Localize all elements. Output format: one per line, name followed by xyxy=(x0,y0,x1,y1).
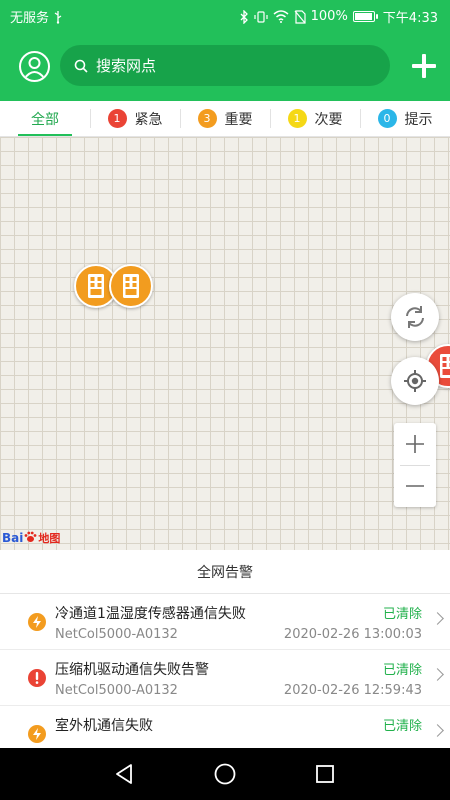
tab-important[interactable]: 3 重要 xyxy=(180,101,270,136)
locate-button[interactable] xyxy=(391,357,439,405)
back-button[interactable] xyxy=(112,762,136,786)
vibrate-icon xyxy=(254,9,268,25)
tab-hint[interactable]: 0 提示 xyxy=(360,101,450,136)
exclamation-icon xyxy=(28,669,46,687)
alarm-row[interactable]: 室外机通信失败 已清除 xyxy=(0,706,450,748)
zoom-in-icon xyxy=(406,435,424,453)
tab-urgent[interactable]: 1 紧急 xyxy=(90,101,180,136)
tab-label: 重要 xyxy=(224,111,253,128)
lightning-icon xyxy=(28,613,46,631)
paw-icon xyxy=(24,531,37,546)
alarm-row[interactable]: 冷通道1温湿度传感器通信失败 NetCol5000-A0132 已清除 2020… xyxy=(0,594,450,650)
search-placeholder: 搜索网点 xyxy=(96,57,157,75)
cabinet-icon xyxy=(440,354,450,378)
home-icon xyxy=(214,763,236,785)
tab-label: 次要 xyxy=(314,111,343,128)
usb-icon xyxy=(53,9,63,25)
zoom-in-button[interactable] xyxy=(394,423,436,465)
alarm-time: 2020-02-26 12:59:43 xyxy=(283,683,422,698)
cabinet-icon xyxy=(88,274,104,298)
search-icon xyxy=(74,59,88,73)
search-input[interactable]: 搜索网点 xyxy=(60,45,390,86)
alarm-panel-title: 全网告警 xyxy=(0,550,450,594)
alarm-title: 冷通道1温湿度传感器通信失败 xyxy=(55,606,246,622)
battery-icon xyxy=(352,11,378,22)
tab-label: 全部 xyxy=(31,111,59,128)
back-icon xyxy=(116,764,132,784)
alarm-title: 压缩机驱动通信失败告警 xyxy=(55,662,209,678)
alarm-status: 已清除 xyxy=(382,607,422,622)
alarm-device: NetCol5000-A0132 xyxy=(55,627,178,642)
recents-button[interactable] xyxy=(313,762,337,786)
cabinet-icon xyxy=(123,274,139,298)
count-badge: 1 xyxy=(107,109,127,128)
alarm-row[interactable]: 压缩机驱动通信失败告警 NetCol5000-A0132 已清除 2020-02… xyxy=(0,650,450,706)
chevron-right-icon xyxy=(431,668,444,681)
app-header: 无服务 100% 下午4:33 搜索网点 xyxy=(0,0,450,101)
chevron-right-icon xyxy=(431,724,444,737)
alarm-title: 室外机通信失败 xyxy=(55,718,153,734)
severity-tabs: 全部 1 紧急 3 重要 1 次要 0 提示 xyxy=(0,101,450,137)
zoom-control xyxy=(394,423,436,507)
tab-label: 提示 xyxy=(404,111,433,128)
status-bar: 无服务 100% 下午4:33 xyxy=(0,0,450,32)
zoom-out-icon xyxy=(406,485,424,487)
no-sim-icon xyxy=(294,9,306,25)
refresh-icon xyxy=(406,306,424,328)
recents-icon xyxy=(316,765,334,783)
alarm-list[interactable]: 冷通道1温湿度传感器通信失败 NetCol5000-A0132 已清除 2020… xyxy=(0,594,450,748)
bluetooth-icon xyxy=(239,9,249,25)
chevron-right-icon xyxy=(431,612,444,625)
wifi-icon xyxy=(273,9,289,25)
site-marker[interactable] xyxy=(109,264,153,308)
map-view[interactable]: Bai 地图 xyxy=(0,137,450,550)
add-button[interactable] xyxy=(410,52,438,80)
system-nav-bar xyxy=(0,748,450,800)
alarm-device: NetCol5000-A0132 xyxy=(55,683,178,698)
alarm-status: 已清除 xyxy=(382,719,422,734)
lightning-icon xyxy=(28,725,46,743)
battery-percent: 100% xyxy=(310,9,348,24)
refresh-button[interactable] xyxy=(391,293,439,341)
count-badge: 0 xyxy=(377,109,397,128)
user-icon xyxy=(23,57,46,80)
baidu-map-logo: Bai 地图 xyxy=(2,531,61,546)
locate-icon xyxy=(404,370,426,392)
count-badge: 1 xyxy=(287,109,307,128)
home-button[interactable] xyxy=(213,762,237,786)
carrier-text: 无服务 xyxy=(10,11,50,26)
profile-button[interactable] xyxy=(19,51,50,82)
tab-minor[interactable]: 1 次要 xyxy=(270,101,360,136)
alarm-status: 已清除 xyxy=(382,663,422,678)
alarm-time: 2020-02-26 13:00:03 xyxy=(283,627,422,642)
count-badge: 3 xyxy=(197,109,217,128)
tab-label: 紧急 xyxy=(134,111,163,128)
tab-all[interactable]: 全部 xyxy=(0,101,90,136)
clock: 下午4:33 xyxy=(382,11,438,26)
zoom-out-button[interactable] xyxy=(394,465,436,507)
